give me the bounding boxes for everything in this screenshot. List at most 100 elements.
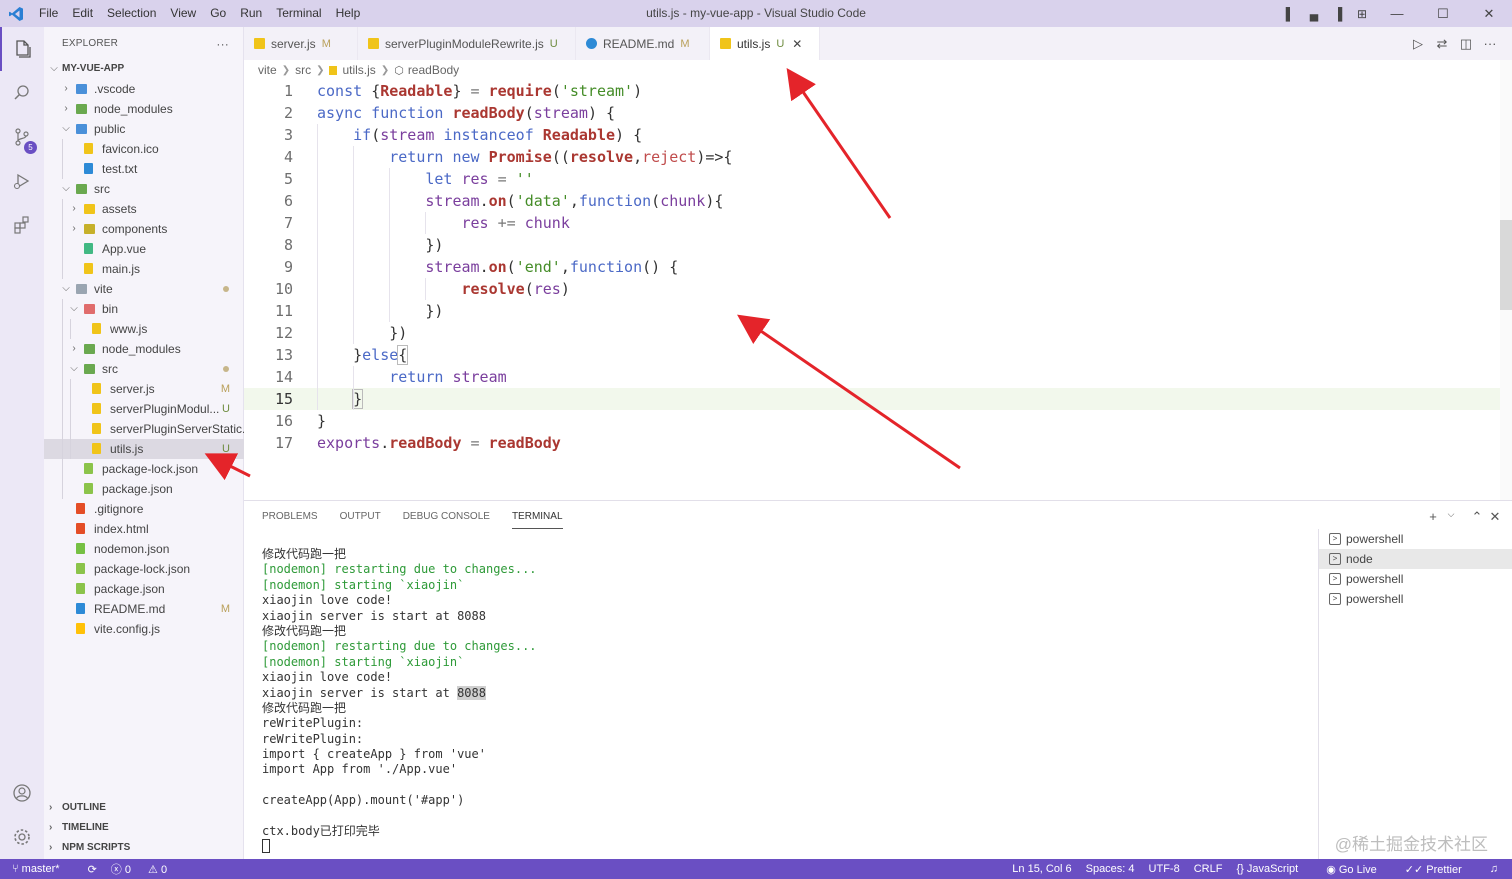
tab-problems[interactable]: PROBLEMS: [262, 511, 318, 529]
source-control-icon[interactable]: 5: [0, 115, 44, 159]
customize-layout-icon[interactable]: ⊞: [1350, 7, 1374, 21]
tab-output[interactable]: OUTPUT: [340, 511, 381, 529]
tree-item[interactable]: .gitignore: [44, 499, 244, 519]
tree-item[interactable]: serverPluginModul... U: [44, 399, 244, 419]
tree-item[interactable]: ⌵ src: [44, 359, 244, 379]
tab-debug-console[interactable]: DEBUG CONSOLE: [403, 511, 490, 529]
compare-changes-icon[interactable]: ⇄: [1430, 36, 1454, 52]
split-editor-icon[interactable]: ◫: [1454, 36, 1478, 52]
tree-item[interactable]: App.vue: [44, 239, 244, 259]
tree-item[interactable]: › node_modules: [44, 339, 244, 359]
tree-item[interactable]: ⌵ public: [44, 119, 244, 139]
tree-item-label: components: [102, 222, 168, 236]
terminal-prompt[interactable]: [262, 839, 1312, 854]
indentation[interactable]: Spaces: 4: [1086, 863, 1135, 875]
tree-item[interactable]: › components: [44, 219, 244, 239]
menu-terminal[interactable]: Terminal: [269, 0, 328, 27]
tree-item[interactable]: package-lock.json: [44, 559, 244, 579]
cursor-position[interactable]: Ln 15, Col 6: [1012, 863, 1071, 875]
language-mode[interactable]: {} JavaScript: [1236, 863, 1312, 875]
more-actions-icon[interactable]: ···: [1478, 36, 1502, 51]
menu-selection[interactable]: Selection: [100, 0, 163, 27]
manage-gear-icon[interactable]: [0, 815, 44, 859]
tree-item[interactable]: README.md M: [44, 599, 244, 619]
outline-section[interactable]: › OUTLINE: [44, 798, 244, 818]
close-window-button[interactable]: ✕: [1466, 6, 1512, 22]
terminal-instance[interactable]: > node: [1319, 549, 1512, 569]
menu-run[interactable]: Run: [233, 0, 269, 27]
tree-item[interactable]: serverPluginServerStatic...: [44, 419, 244, 439]
tree-item[interactable]: favicon.ico: [44, 139, 244, 159]
tree-item[interactable]: › node_modules: [44, 99, 244, 119]
tree-item[interactable]: › .vscode: [44, 79, 244, 99]
tree-item[interactable]: package.json: [44, 579, 244, 599]
extensions-icon[interactable]: [0, 203, 44, 247]
tree-item[interactable]: package.json: [44, 479, 244, 499]
sync-icon[interactable]: ⟳: [88, 863, 97, 876]
line-ending[interactable]: CRLF: [1194, 863, 1223, 875]
toggle-secondary-sidebar-icon[interactable]: ▐: [1326, 7, 1350, 21]
menu-go[interactable]: Go: [203, 0, 233, 27]
tab-readme-md[interactable]: README.md M: [576, 27, 710, 60]
run-debug-icon[interactable]: [0, 159, 44, 203]
branch-indicator[interactable]: ⑂ master*: [12, 863, 74, 875]
explorer-icon[interactable]: [0, 27, 44, 71]
terminal-line: [nodemon] restarting due to changes...: [262, 562, 1312, 577]
menu-view[interactable]: View: [163, 0, 203, 27]
tree-item[interactable]: utils.js U: [44, 439, 244, 459]
tab-utils-js[interactable]: utils.js U ✕: [710, 27, 820, 60]
tab-server-js[interactable]: server.js M: [244, 27, 358, 60]
tree-item[interactable]: ⌵ bin: [44, 299, 244, 319]
tree-item[interactable]: ⌵ vite: [44, 279, 244, 299]
go-live-button[interactable]: ◉ Go Live: [1326, 863, 1391, 876]
code-line: 4 return new Promise((resolve,reject)=>{: [244, 146, 1500, 168]
terminal-output[interactable]: 修改代码跑一把 [nodemon] restarting due to chang…: [262, 547, 1312, 855]
breadcrumb-item[interactable]: vite: [258, 63, 277, 77]
maximize-button[interactable]: ☐: [1420, 6, 1466, 22]
more-actions-icon[interactable]: ···: [216, 37, 229, 51]
tab-serverpluginmodulerewrite-js[interactable]: serverPluginModuleRewrite.js U: [358, 27, 576, 60]
chevron-down-icon[interactable]: ⌵: [1442, 509, 1460, 525]
toggle-panel-icon[interactable]: ▄: [1302, 7, 1326, 21]
problems-indicator[interactable]: ⓧ 0 ⚠ 0: [111, 861, 181, 877]
tab-terminal[interactable]: TERMINAL: [511, 511, 563, 529]
terminal-line-text: 修改代码跑一把: [262, 623, 347, 638]
timeline-section[interactable]: › TIMELINE: [44, 818, 244, 838]
breadcrumb-item[interactable]: src: [295, 63, 311, 77]
minimize-button[interactable]: —: [1374, 6, 1420, 21]
terminal-instance[interactable]: > powershell: [1319, 569, 1512, 589]
scrollbar-thumb[interactable]: [1500, 220, 1512, 310]
menu-edit[interactable]: Edit: [65, 0, 100, 27]
toggle-sidebar-icon[interactable]: ▌: [1278, 7, 1302, 21]
tree-item[interactable]: www.js: [44, 319, 244, 339]
editor-scrollbar[interactable]: [1500, 60, 1512, 500]
notifications-bell-icon[interactable]: ♫: [1490, 863, 1498, 875]
tree-item[interactable]: package-lock.json: [44, 459, 244, 479]
menu-file[interactable]: File: [32, 0, 65, 27]
run-file-icon[interactable]: ▷: [1406, 36, 1430, 52]
tree-item[interactable]: main.js: [44, 259, 244, 279]
tree-item[interactable]: server.js M: [44, 379, 244, 399]
account-icon[interactable]: [0, 771, 44, 815]
new-terminal-icon[interactable]: +: [1424, 509, 1442, 525]
terminal-instance[interactable]: > powershell: [1319, 529, 1512, 549]
tree-item[interactable]: index.html: [44, 519, 244, 539]
workspace-root[interactable]: ⌵ MY-VUE-APP: [44, 59, 244, 79]
tree-item[interactable]: test.txt: [44, 159, 244, 179]
tree-item[interactable]: › assets: [44, 199, 244, 219]
tree-item[interactable]: vite.config.js: [44, 619, 244, 639]
tree-item[interactable]: ⌵ src: [44, 179, 244, 199]
breadcrumb-item[interactable]: readBody: [408, 63, 459, 77]
close-tab-icon[interactable]: ✕: [792, 37, 802, 51]
breadcrumb-item[interactable]: utils.js: [342, 63, 375, 77]
close-panel-icon[interactable]: ✕: [1486, 509, 1504, 525]
encoding[interactable]: UTF-8: [1149, 863, 1180, 875]
menu-help[interactable]: Help: [329, 0, 368, 27]
code-editor[interactable]: 1 const {Readable} = require('stream') 2 a…: [244, 80, 1500, 500]
prettier-button[interactable]: ✓✓ Prettier: [1405, 863, 1476, 876]
search-icon[interactable]: [0, 71, 44, 115]
terminal-instance[interactable]: > powershell: [1319, 589, 1512, 609]
maximize-panel-icon[interactable]: ⌃: [1468, 509, 1486, 525]
tree-item[interactable]: nodemon.json: [44, 539, 244, 559]
npm-scripts-section[interactable]: › NPM SCRIPTS: [44, 838, 244, 858]
